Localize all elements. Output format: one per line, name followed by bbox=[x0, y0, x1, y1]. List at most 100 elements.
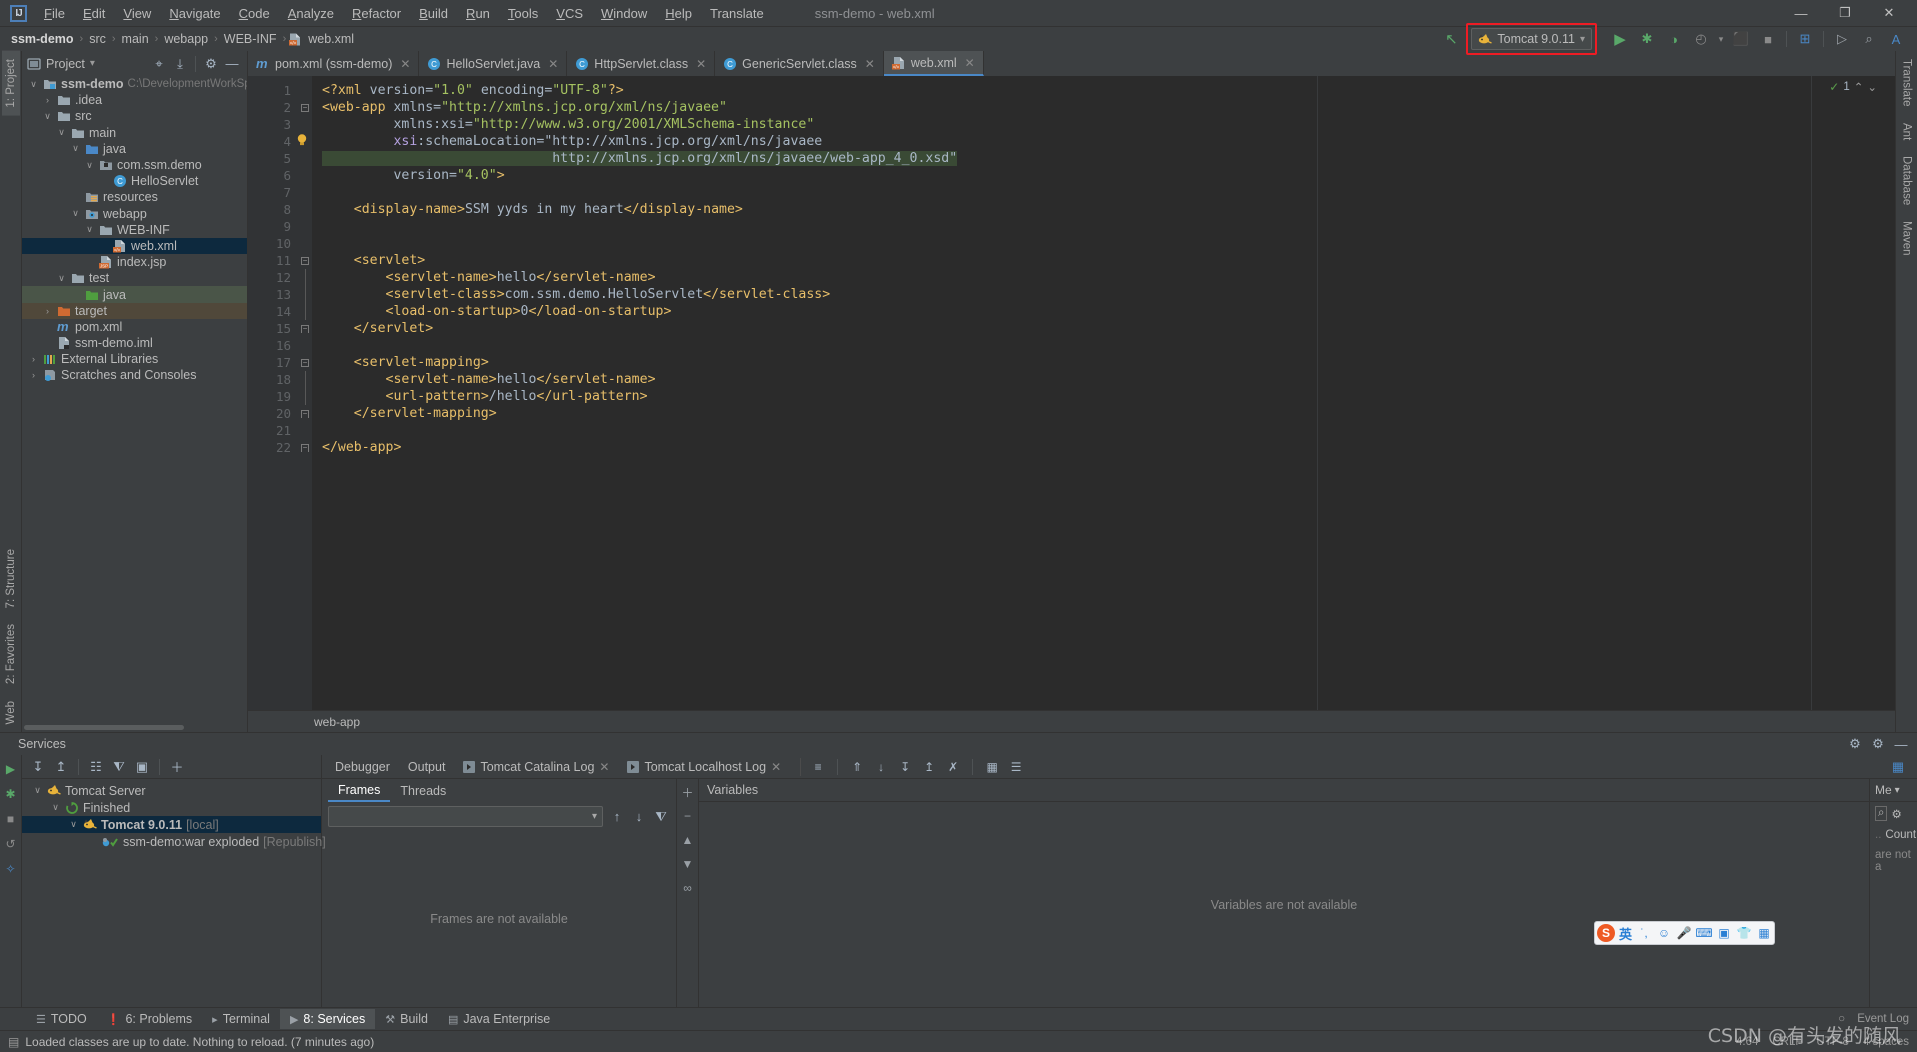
project-tree-item-java[interactable]: ∨ java bbox=[22, 141, 247, 157]
menu-help[interactable]: Help bbox=[656, 3, 701, 24]
frame-up-icon[interactable]: ↑ bbox=[608, 808, 626, 826]
add-service-icon[interactable]: ✧ bbox=[3, 861, 19, 877]
event-log-area[interactable]: ○ Event Log bbox=[1838, 1013, 1917, 1025]
options-gear-icon[interactable]: ⚙ bbox=[1868, 735, 1888, 753]
project-tree-item-resources[interactable]: resources bbox=[22, 189, 247, 205]
project-tree-item-external-libraries[interactable]: › External Libraries bbox=[22, 351, 247, 367]
search-everywhere-icon[interactable]: ⌕ bbox=[1856, 28, 1882, 50]
sidebar-tab-project[interactable]: 1: Project bbox=[1, 51, 20, 116]
move-up-icon[interactable]: ▲ bbox=[680, 832, 696, 848]
watches-icon[interactable]: ∞ bbox=[680, 880, 696, 896]
expand-arrow-icon[interactable]: ∨ bbox=[68, 819, 79, 830]
close-icon[interactable]: ✕ bbox=[548, 57, 558, 71]
select-opened-file-icon[interactable]: ⌖ bbox=[149, 55, 169, 73]
ime-keyboard-icon[interactable]: ⌨ bbox=[1695, 925, 1712, 941]
code-fold-icon[interactable] bbox=[298, 303, 312, 320]
expand-arrow-icon[interactable]: ∨ bbox=[50, 802, 61, 813]
project-tree-item-ssm-demo-iml[interactable]: ssm-demo.iml bbox=[22, 335, 247, 351]
sidebar-tab-translate[interactable]: Translate bbox=[1898, 51, 1916, 115]
code-line[interactable] bbox=[322, 235, 1881, 252]
ime-screenshot-icon[interactable]: ▣ bbox=[1716, 925, 1732, 941]
chevron-down-icon[interactable]: ▾ bbox=[1580, 34, 1585, 45]
code-fold-icon[interactable]: − bbox=[298, 320, 312, 337]
inspection-status[interactable]: ✓ 1 ⌃ ⌄ bbox=[1829, 80, 1877, 94]
code-fold-icon[interactable]: − bbox=[298, 99, 312, 116]
sidebar-tab-structure[interactable]: 7: Structure bbox=[2, 541, 20, 616]
event-log-label[interactable]: Event Log bbox=[1857, 1013, 1909, 1025]
project-tree-item--idea[interactable]: › .idea bbox=[22, 92, 247, 108]
code-fold-icon[interactable]: − bbox=[298, 354, 312, 371]
menu-refactor[interactable]: Refactor bbox=[343, 3, 410, 24]
profiler-button[interactable]: ◴ bbox=[1688, 28, 1714, 50]
code-line[interactable] bbox=[322, 337, 1881, 354]
code-line[interactable]: <url-pattern>/hello</url-pattern> bbox=[322, 388, 1881, 405]
breadcrumb-item-main[interactable]: main bbox=[119, 31, 152, 47]
project-tree-item-web-xml[interactable]: </> web.xml bbox=[22, 237, 247, 255]
close-icon[interactable]: ✕ bbox=[865, 57, 875, 71]
update-application-button[interactable]: ⊞ bbox=[1792, 28, 1818, 50]
layout-settings-icon[interactable]: ▦ bbox=[1885, 756, 1911, 778]
intention-bulb-icon[interactable] bbox=[296, 133, 310, 147]
code-line[interactable]: <servlet-mapping> bbox=[322, 354, 1881, 371]
chevron-down-icon[interactable]: ▾ bbox=[592, 811, 597, 822]
step-down-icon[interactable]: ↓ bbox=[872, 758, 890, 776]
menu-tools[interactable]: Tools bbox=[499, 3, 547, 24]
expand-arrow-icon[interactable]: ∨ bbox=[28, 79, 39, 90]
debugger-tab-output[interactable]: Output bbox=[399, 757, 455, 777]
close-icon[interactable]: ✕ bbox=[696, 57, 706, 71]
project-tree-item-scratches-and-consoles[interactable]: › Scratches and Consoles bbox=[22, 367, 247, 383]
remove-watch-icon[interactable]: − bbox=[680, 808, 696, 824]
code-line[interactable]: <web-app xmlns="http://xmlns.jcp.org/xml… bbox=[322, 99, 1881, 116]
indent-setting[interactable]: 4 spaces bbox=[1863, 1036, 1909, 1048]
run-button[interactable]: ▶ bbox=[1607, 28, 1633, 50]
expand-arrow-icon[interactable]: › bbox=[42, 95, 53, 105]
ime-toolbox-icon[interactable]: ▦ bbox=[1756, 925, 1772, 941]
code-line[interactable]: </servlet-mapping> bbox=[322, 405, 1881, 422]
bottom-tab-terminal[interactable]: ▸ Terminal bbox=[202, 1009, 280, 1029]
code-fold-icon[interactable] bbox=[298, 269, 312, 286]
services-tree-item-tomcat-9-0-11[interactable]: ∨ Tomcat 9.0.11 [local] bbox=[22, 816, 321, 833]
code-line[interactable]: version="4.0"> bbox=[322, 167, 1881, 184]
project-tree-item-test[interactable]: ∨ test bbox=[22, 270, 247, 286]
project-tree-item-webapp[interactable]: ∨ webapp bbox=[22, 206, 247, 222]
breadcrumb-item-src[interactable]: src bbox=[86, 31, 109, 47]
file-encoding[interactable]: UTF-8 bbox=[1816, 1036, 1849, 1048]
ime-emoji-icon[interactable]: ☺ bbox=[1656, 925, 1672, 941]
expand-arrow-icon[interactable]: ∨ bbox=[56, 273, 67, 284]
line-separator[interactable]: CRLF bbox=[1772, 1036, 1802, 1048]
expand-arrow-icon[interactable]: › bbox=[28, 370, 39, 380]
frames-subtab-threads[interactable]: Threads bbox=[390, 781, 456, 801]
code-fold-icon[interactable] bbox=[298, 388, 312, 405]
bottom-tab-build[interactable]: ⚒ Build bbox=[375, 1009, 438, 1029]
breadcrumb-item-web-xml[interactable]: web.xml bbox=[305, 31, 357, 47]
sidebar-tab-ant[interactable]: Ant bbox=[1898, 115, 1916, 148]
sogou-ime-toolbar[interactable]: S 英 ˙, ☺ 🎤 ⌨ ▣ 👕 ▦ bbox=[1594, 921, 1776, 945]
inspection-next-icon[interactable]: ⌄ bbox=[1867, 80, 1877, 94]
expand-arrow-icon[interactable]: ∨ bbox=[70, 143, 81, 154]
profiler-dropdown-icon[interactable]: ▾ bbox=[1715, 28, 1727, 50]
stop-button[interactable]: ■ bbox=[1755, 28, 1781, 50]
expand-arrow-icon[interactable]: ∨ bbox=[56, 127, 67, 138]
code-line[interactable]: <servlet-name>hello</servlet-name> bbox=[322, 269, 1881, 286]
settings-gear-icon[interactable]: ⚙ bbox=[1845, 735, 1865, 753]
menu-analyze[interactable]: Analyze bbox=[279, 3, 343, 24]
expand-all-icon[interactable]: ↧ bbox=[28, 757, 48, 776]
run-with-coverage-button[interactable]: ◑ bbox=[1661, 28, 1687, 50]
bottom-tab-java-enterprise[interactable]: ▤ Java Enterprise bbox=[438, 1009, 560, 1029]
expand-arrow-icon[interactable]: ∨ bbox=[84, 160, 95, 171]
ime-punctuation-icon[interactable]: ˙, bbox=[1636, 925, 1652, 941]
debug-service-icon[interactable]: ✱ bbox=[3, 786, 19, 802]
caret-position[interactable]: 4:64 bbox=[1736, 1036, 1758, 1048]
project-tree-item-index-jsp[interactable]: JSP index.jsp bbox=[22, 254, 247, 270]
code-line[interactable]: <display-name>SSM yyds in my heart</disp… bbox=[322, 201, 1881, 218]
stop-service-icon[interactable]: ■ bbox=[3, 811, 19, 827]
menu-file[interactable]: File bbox=[35, 3, 74, 24]
settings-gear-icon[interactable]: ⚙ bbox=[201, 55, 221, 73]
frames-subtab-frames[interactable]: Frames bbox=[328, 780, 391, 802]
scroll-to-end-icon[interactable]: ↧ bbox=[896, 758, 914, 776]
menu-run[interactable]: Run bbox=[457, 3, 499, 24]
frames-filter-icon[interactable]: ⧨ bbox=[652, 808, 670, 826]
close-icon[interactable]: ✕ bbox=[599, 760, 609, 774]
code-line[interactable]: <servlet-name>hello</servlet-name> bbox=[322, 371, 1881, 388]
code-line[interactable]: xmlns:xsi="http://www.w3.org/2001/XMLSch… bbox=[322, 116, 1881, 133]
